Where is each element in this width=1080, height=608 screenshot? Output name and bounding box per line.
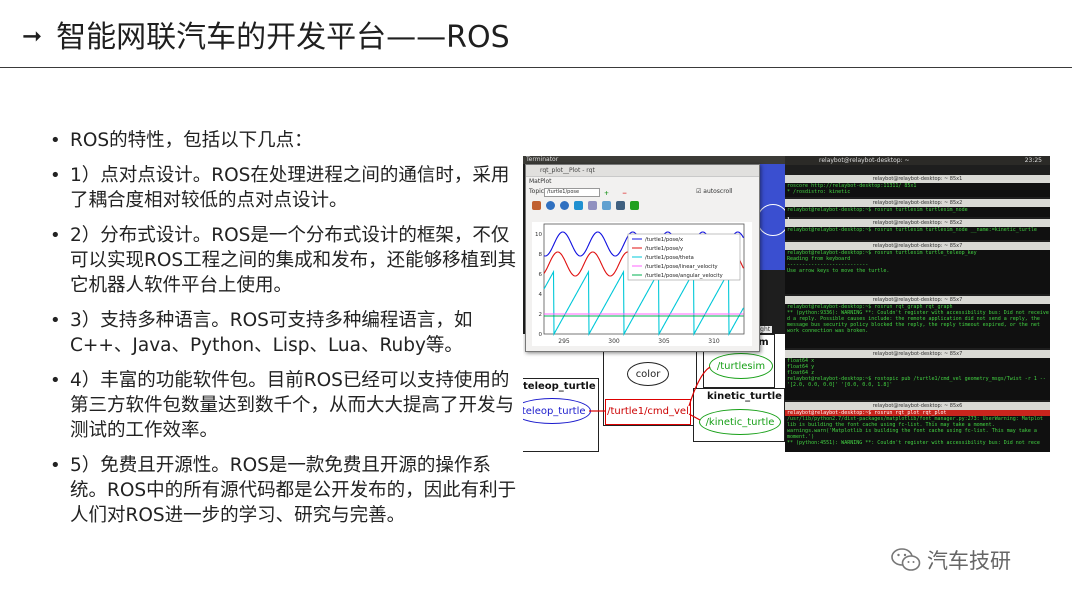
terminal-pane[interactable]: relaybot@relaybot-desktop: ~ 85x2 relaybo… [785,199,1050,217]
remove-topic-icon[interactable]: − [622,188,627,200]
terminal-line: '[2.0, 0.0, 0.0]' '[0.0, 0.0, 1.8]' [787,382,893,388]
clock: 23:25 [1024,157,1042,164]
terminal-title: relaybot@relaybot-desktop: ~ 85x7 [785,350,1050,358]
back-icon[interactable] [546,200,555,210]
terminal-line: relaybot@relaybot-desktop:~$ rosrun turt… [787,227,1037,233]
y-tick-label: 0 [539,332,543,338]
bullet-packages: 4）丰富的功能软件包。目前ROS已经可以支持使用的第三方软件包数量达到数千个，从… [48,368,518,443]
brand-watermark: 汽车技研 [891,545,1011,575]
legend-entry: /turtle1/pose/x [645,237,683,243]
terminal-line: work connection was broken. [787,328,869,334]
top-bar-title: relaybot@relaybot-desktop: ~ [819,157,910,164]
bullet-intro: ROS的特性，包括以下几点： [48,128,518,153]
title-divider [0,67,1072,68]
terminal-title: relaybot@relaybot-desktop: ~ 85x7 [785,296,1050,304]
legend-entry: /turtle1/pose/theta [645,255,694,261]
y-tick-label: 2 [539,312,543,318]
matplot-label: MatPlot [529,178,552,185]
y-tick-label: 6 [539,272,543,278]
autoscroll-checkbox[interactable]: ☑ autoscroll [696,186,733,198]
slide-title-text: 智能网联汽车的开发平台——ROS [56,20,510,55]
topic-input[interactable]: /turtle1/pose [544,188,600,197]
x-tick-label: 295 [558,338,570,345]
x-tick-label: 305 [658,338,670,345]
legend-entry: /turtle1/pose/angular_velocity [645,273,723,279]
save-icon[interactable] [616,200,625,210]
brand-label: 汽车技研 [927,549,1011,573]
configure-icon[interactable] [602,200,611,210]
bullet-list: ROS的特性，包括以下几点： 1）点对点设计。ROS在处理进程之间的通信时，采用… [48,128,518,538]
rqt-plot-window: rqt_plot__Plot - rqt MatPlot Topic /turt… [525,164,760,352]
check-icon[interactable] [630,200,639,210]
terminal-title: relaybot@relaybot-desktop: ~ 85x2 [785,199,1050,207]
desktop-top-bar: relaybot@relaybot-desktop: ~ 23:25 [785,156,1050,165]
bullet-point-to-point: 1）点对点设计。ROS在处理进程之间的通信时，采用了耦合度相对较低的点对点设计。 [48,163,518,213]
x-tick-label: 300 [608,338,620,345]
y-tick-label: 8 [539,252,543,258]
topic-row: Topic /turtle1/pose + − ☑ autoscroll [526,186,759,198]
y-tick-label: 4 [539,292,543,298]
terminator-titlebar: Terminator [523,156,788,164]
terminal-title: relaybot@relaybot-desktop: ~ 85x7 [785,242,1050,250]
terminal-line: warnings.warn('Matplotlib is building th… [787,428,1037,434]
bullet-open-source: 5）免费且开源性。ROS是一款免费且开源的操作系统。ROS中的所有源代码都是公开… [48,453,518,528]
forward-icon[interactable] [560,200,569,210]
terminal-line: Use arrow keys to move the turtle. [787,268,890,274]
terminal-pane[interactable]: relaybot@relaybot-desktop: ~ 85x7 relaybo… [785,242,1050,294]
terminal-line: ** (python:4551): WARNING **: Couldn't r… [787,440,1040,446]
edge-cmdvel-kinetic [688,413,701,421]
add-topic-icon[interactable]: + [604,188,609,200]
y-tick-label: 10 [535,232,542,238]
plot-toolbar [526,198,759,212]
pose-plot: 295 300 305 310 10 8 6 4 2 0/turtle1/pose/x/turtl… [532,222,752,346]
x-tick-label: 310 [708,338,720,345]
bullet-multi-language: 3）支持多种语言。ROS可支持多种编程语言，如C++、Java、Python、L… [48,308,518,358]
home-icon[interactable] [532,200,541,210]
terminal-title: relaybot@relaybot-desktop: ~ 85x6 [785,402,1050,410]
ros-desktop-screenshot: Terminator relaybot@relaybot-desktop: ~ … [523,156,1050,452]
terminal-pane[interactable]: relaybot@relaybot-desktop: ~ 85x1 roscore… [785,175,1050,197]
terminal-pane[interactable]: relaybot@relaybot-desktop: ~ 85x7 float6… [785,350,1050,400]
rqt-window-title: rqt_plot__Plot - rqt [526,165,759,177]
terminal-line: * /rosdistro: kinetic [787,189,851,195]
wechat-icon [891,548,921,571]
legend-entry: /turtle1/pose/y [645,246,683,252]
terminal-title: relaybot@relaybot-desktop: ~ 85x1 [785,175,1050,183]
pan-icon[interactable] [574,200,583,210]
bullet-distributed: 2）分布式设计。ROS是一个分布式设计的框架，不仅可以实现ROS工程之间的集成和… [48,223,518,298]
terminal-title: relaybot@relaybot-desktop: ~ 85x2 [785,219,1050,227]
topic-label: Topic [529,188,545,195]
arrow-icon: ➞ [22,22,43,50]
terminal-pane[interactable]: relaybot@relaybot-desktop: ~ 85x2 relaybo… [785,219,1050,240]
plot-svg: 295 300 305 310 10 8 6 4 2 0/turtle1/pose/x/turtl… [535,223,745,345]
terminal-pane[interactable]: relaybot@relaybot-desktop: ~ 85x6 relaybo… [785,402,1050,452]
terminal-line: relaybot@relaybot-desktop:~$ rosrun turt… [787,207,968,213]
edge-cmdvel-turtlesim [688,366,711,407]
autoscroll-label: autoscroll [703,188,733,195]
legend-entry: /turtle1/pose/linear_velocity [645,264,718,270]
zoom-icon[interactable] [588,200,597,210]
slide-title: ➞ 智能网联汽车的开发平台——ROS [22,12,510,56]
terminal-pane[interactable]: relaybot@relaybot-desktop: ~ 85x7 relaybo… [785,296,1050,348]
